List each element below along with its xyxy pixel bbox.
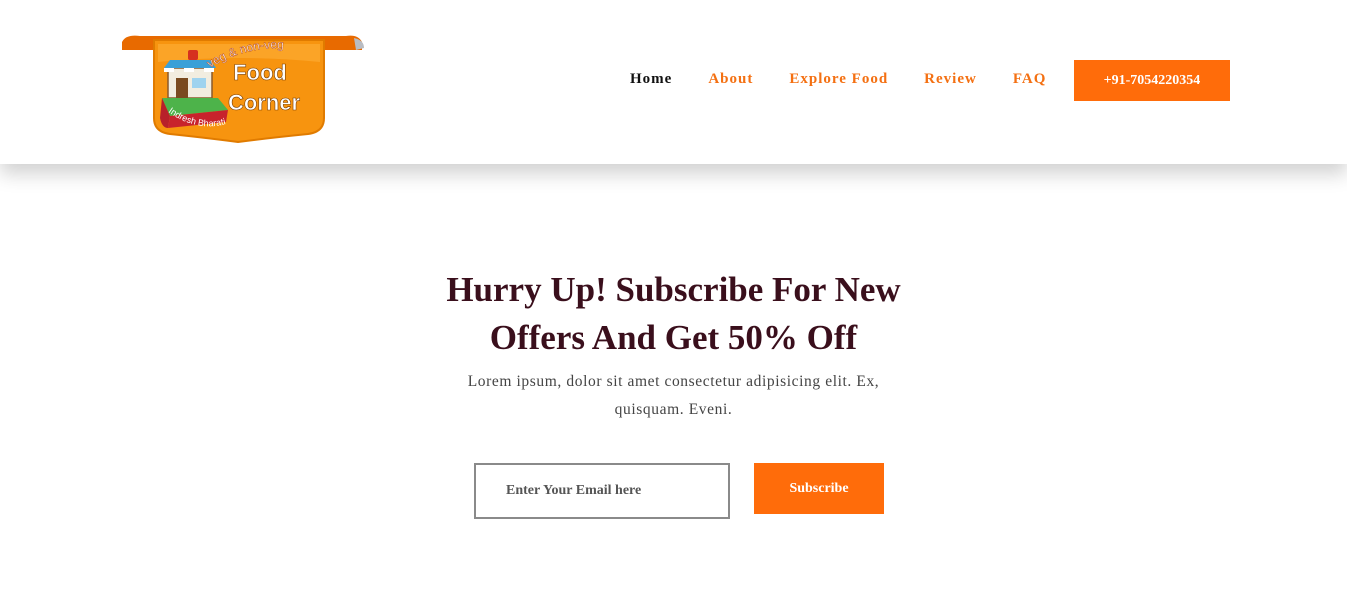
- subscribe-title-line1: Hurry Up! Subscribe For New: [446, 270, 901, 309]
- nav-explore-food[interactable]: Explore Food: [789, 70, 888, 88]
- nav-home[interactable]: Home: [630, 70, 672, 88]
- main-nav: Home About Explore Food Review FAQ: [630, 70, 1082, 88]
- phone-button[interactable]: +91-7054220354: [1074, 60, 1230, 101]
- subscribe-desc-line2: quisquam. Eveni.: [614, 401, 733, 418]
- subscribe-button[interactable]: Subscribe: [754, 463, 884, 514]
- nav-faq[interactable]: FAQ: [1013, 70, 1047, 88]
- subscribe-desc-line1: Lorem ipsum, dolor sit amet consectetur …: [467, 373, 880, 390]
- svg-text:Indresh Bharati: Indresh Bharati: [167, 105, 227, 128]
- logo-ribbon-text: Indresh Bharati: [167, 105, 227, 128]
- food-corner-logo[interactable]: veg & non-veg Food Corner Indresh Bharat…: [118, 32, 366, 144]
- logo-text-layer: veg & non-veg Food Corner Indresh Bharat…: [167, 37, 301, 128]
- logo-word-food: Food: [233, 60, 287, 85]
- nav-review[interactable]: Review: [924, 70, 977, 88]
- subscribe-description: Lorem ipsum, dolor sit amet consectetur …: [0, 368, 1347, 424]
- subscribe-section: Hurry Up! Subscribe For New Offers And G…: [0, 164, 1347, 613]
- subscribe-title-line2: Offers And Get 50% Off: [489, 318, 858, 357]
- email-input[interactable]: [474, 463, 730, 519]
- subscribe-title: Hurry Up! Subscribe For New Offers And G…: [0, 266, 1347, 362]
- site-header: veg & non-veg Food Corner Indresh Bharat…: [0, 0, 1347, 164]
- nav-about[interactable]: About: [708, 70, 753, 88]
- logo-word-corner: Corner: [228, 90, 301, 115]
